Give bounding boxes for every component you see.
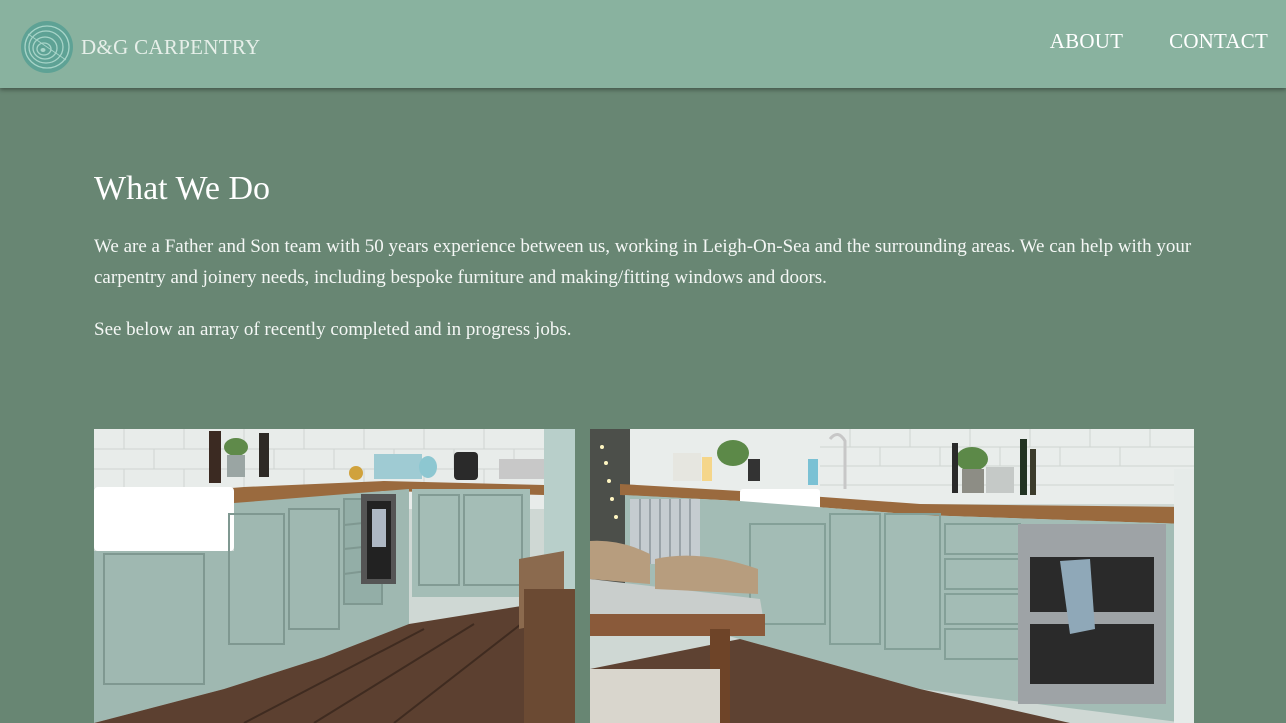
kitchen-photo-2[interactable] — [590, 429, 1194, 723]
wood-rings-logo-icon — [21, 21, 73, 73]
what-we-do-section: What We Do We are a Father and Son team … — [94, 170, 1194, 340]
gallery-intro-paragraph: See below an array of recently completed… — [94, 319, 572, 340]
brand-logo-link[interactable]: D&G CARPENTRY — [20, 20, 261, 74]
main-nav: ABOUT CONTACT — [1050, 29, 1268, 54]
nav-contact-link[interactable]: CONTACT — [1169, 29, 1268, 54]
kitchen-photo-1[interactable] — [94, 429, 575, 723]
site-header: D&G CARPENTRY ABOUT CONTACT — [0, 0, 1286, 88]
nav-about-link[interactable]: ABOUT — [1050, 29, 1123, 54]
brand-name: D&G CARPENTRY — [81, 34, 261, 59]
intro-paragraph: We are a Father and Son team with 50 yea… — [94, 236, 1192, 288]
section-heading: What We Do — [94, 170, 271, 207]
